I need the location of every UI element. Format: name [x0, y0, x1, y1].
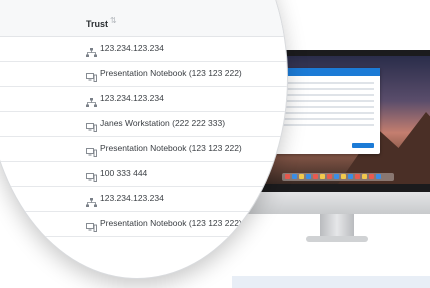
computer-icon: [86, 219, 97, 232]
column-header-trust[interactable]: Trust: [86, 19, 108, 29]
app-window-button: [352, 143, 374, 148]
computer-icon: [86, 69, 97, 82]
table-row[interactable]: Presentation Notebook (123 123 222): [0, 211, 287, 237]
table-row[interactable]: Janes Workstation (222 222 333): [0, 111, 287, 137]
row-label: Janes Workstation (222 222 333): [100, 118, 226, 128]
dock: [282, 173, 394, 181]
network-icon: [86, 44, 97, 57]
row-label: Presentation Notebook (123 123 222): [100, 68, 242, 78]
network-icon: [86, 194, 97, 207]
sort-icon[interactable]: ⇅: [110, 17, 117, 25]
row-label: 123.234.123.234: [100, 43, 164, 53]
imac-stand: [320, 214, 354, 238]
background-panel: [232, 276, 430, 288]
trust-table: Trust ⇅ 123.234.123.234 Presentation Note…: [0, 0, 287, 260]
row-label: Presentation Notebook (123 123 222): [100, 143, 242, 153]
computer-icon: [86, 119, 97, 132]
table-row[interactable]: Presentation Notebook (123 123 222): [0, 136, 287, 162]
row-label: Presentation Notebook (123 123 222): [100, 218, 242, 228]
table-header: Trust ⇅: [0, 0, 287, 37]
table-row[interactable]: Presentation Notebook (123 123 222): [0, 61, 287, 87]
table-row[interactable]: 123.234.123.234: [0, 186, 287, 212]
table-row[interactable]: 123.234.123.234: [0, 86, 287, 112]
row-label: 100 333 444: [100, 168, 148, 178]
computer-icon: [86, 169, 97, 182]
network-icon: [86, 94, 97, 107]
magnifier-lens: Trust ⇅ 123.234.123.234 Presentation Note…: [0, 0, 287, 278]
imac-foot: [306, 236, 368, 242]
table-row[interactable]: 123.234.123.234: [0, 36, 287, 62]
computer-icon: [86, 144, 97, 157]
row-label: 123.234.123.234: [100, 93, 164, 103]
row-label: 123.234.123.234: [100, 193, 164, 203]
table-row[interactable]: 100 333 444: [0, 161, 287, 187]
